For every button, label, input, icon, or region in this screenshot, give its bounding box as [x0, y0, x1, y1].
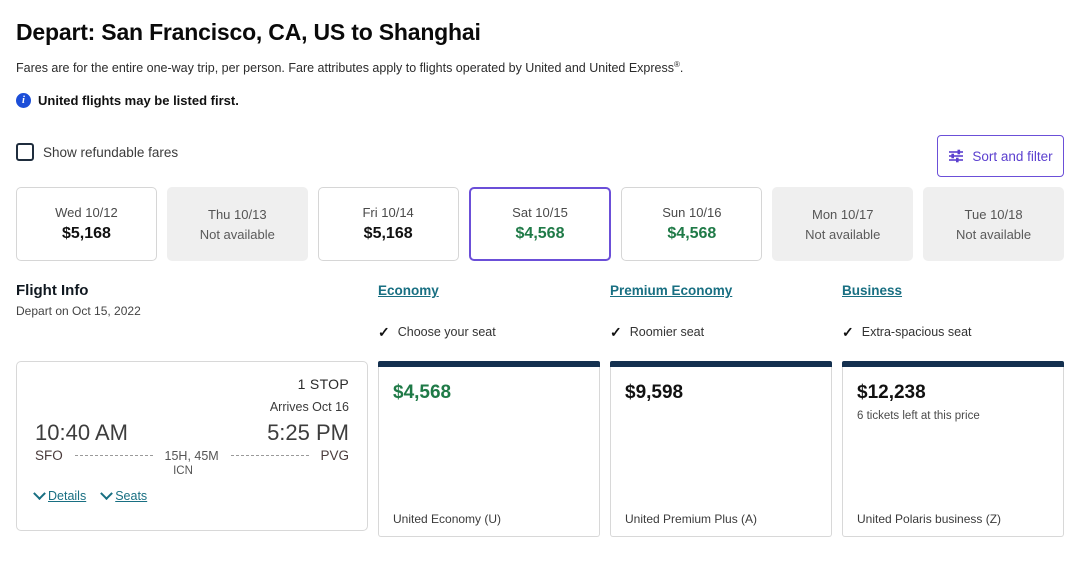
date-card-sun-10-16[interactable]: Sun 10/16 $4,568 [621, 187, 762, 261]
destination-airport-code: PVG [321, 448, 350, 463]
cabin-feature-label: Extra-spacious seat [862, 325, 972, 339]
fare-price: $9,598 [625, 381, 817, 405]
details-link-label: Details [48, 489, 86, 503]
fare-disclaimer-text: Fares are for the entire one-way trip, p… [16, 61, 674, 75]
fare-price: $4,568 [393, 381, 585, 405]
date-card-day: Sat 10/15 [512, 205, 568, 220]
cabin-link-business[interactable]: Business [842, 281, 902, 301]
fare-column-premium-economy: $9,598 United Premium Plus (A) [610, 361, 832, 537]
origin-airport-code: SFO [35, 448, 63, 463]
info-icon: i [16, 93, 31, 108]
chevron-down-icon [100, 487, 113, 500]
cabin-feature-label: Choose your seat [398, 325, 496, 339]
cabin-header-economy: Economy ✓ Choose your seat [378, 281, 600, 339]
cabin-link-premium-economy[interactable]: Premium Economy [610, 281, 732, 301]
cabin-feature-economy: ✓ Choose your seat [378, 325, 600, 339]
date-card-day: Sun 10/16 [662, 205, 721, 220]
fare-product-name: United Polaris business (Z) [857, 512, 1049, 526]
check-icon: ✓ [610, 325, 622, 339]
fare-card-business[interactable]: $12,238 6 tickets left at this price Uni… [842, 367, 1064, 537]
fare-product-name: United Premium Plus (A) [625, 512, 817, 526]
fare-price: $12,238 [857, 381, 1049, 405]
date-card-wed-10-12[interactable]: Wed 10/12 $5,168 [16, 187, 157, 261]
seats-link-label: Seats [115, 489, 147, 503]
flight-duration: 15H, 45M [165, 449, 219, 463]
flight-route-row: SFO 15H, 45M PVG [35, 448, 349, 463]
route-dashes-left [75, 455, 153, 456]
fare-disclaimer-period: . [680, 61, 683, 75]
date-selector-strip: Wed 10/12 $5,168 Thu 10/13 Not available… [16, 187, 1064, 261]
departure-time: 10:40 AM [35, 420, 128, 446]
fare-disclaimer: Fares are for the entire one-way trip, p… [16, 57, 1064, 76]
filter-sliders-icon [948, 149, 964, 163]
info-banner: i United flights may be listed first. [16, 93, 1064, 108]
fare-product-name: United Economy (U) [393, 512, 585, 526]
date-card-price: $4,568 [516, 225, 565, 243]
refundable-label: Show refundable fares [43, 145, 178, 160]
date-card-price: Not available [805, 227, 880, 242]
fare-availability-note: 6 tickets left at this price [857, 410, 1049, 422]
date-card-tue-10-18: Tue 10/18 Not available [923, 187, 1064, 261]
route-dashes-right [231, 455, 309, 456]
info-banner-text: United flights may be listed first. [38, 93, 239, 108]
cabin-link-economy[interactable]: Economy [378, 281, 439, 301]
date-card-price: Not available [956, 227, 1031, 242]
flight-results-row: 1 STOP Arrives Oct 16 10:40 AM 5:25 PM S… [16, 361, 1064, 537]
date-card-price: $5,168 [364, 225, 413, 243]
date-card-day: Fri 10/14 [362, 205, 413, 220]
date-card-day: Wed 10/12 [55, 205, 118, 220]
cabin-feature-label: Roomier seat [630, 325, 704, 339]
arrival-time: 5:25 PM [267, 420, 349, 446]
seats-link[interactable]: Seats [102, 489, 147, 503]
check-icon: ✓ [842, 325, 854, 339]
refundable-checkbox[interactable] [16, 143, 34, 161]
date-card-day: Thu 10/13 [208, 207, 267, 222]
sort-and-filter-button[interactable]: Sort and filter [937, 135, 1064, 177]
date-card-day: Mon 10/17 [812, 207, 873, 222]
fare-column-business: $12,238 6 tickets left at this price Uni… [842, 361, 1064, 537]
show-refundable-fares-toggle[interactable]: Show refundable fares [16, 143, 178, 161]
column-headers-row: Flight Info Depart on Oct 15, 2022 Econo… [16, 281, 1064, 339]
flight-summary-card: 1 STOP Arrives Oct 16 10:40 AM 5:25 PM S… [16, 361, 368, 531]
cabin-header-business: Business ✓ Extra-spacious seat [842, 281, 1064, 339]
fare-card-premium-economy[interactable]: $9,598 United Premium Plus (A) [610, 367, 832, 537]
controls-row: Show refundable fares Sort and filter [16, 135, 1064, 179]
page-title: Depart: San Francisco, CA, US to Shangha… [16, 0, 1064, 47]
flight-stops: 1 STOP [35, 376, 349, 392]
date-card-thu-10-13: Thu 10/13 Not available [167, 187, 308, 261]
date-card-day: Tue 10/18 [965, 207, 1023, 222]
date-card-price: $5,168 [62, 225, 111, 243]
date-card-mon-10-17: Mon 10/17 Not available [772, 187, 913, 261]
flight-info-header: Flight Info Depart on Oct 15, 2022 [16, 281, 368, 339]
flight-times-row: 10:40 AM 5:25 PM [35, 420, 349, 446]
cabin-feature-business: ✓ Extra-spacious seat [842, 325, 1064, 339]
fare-card-economy[interactable]: $4,568 United Economy (U) [378, 367, 600, 537]
date-card-price: $4,568 [667, 225, 716, 243]
fare-column-economy: $4,568 United Economy (U) [378, 361, 600, 537]
flight-info-depart-date: Depart on Oct 15, 2022 [16, 304, 368, 318]
sort-and-filter-label: Sort and filter [972, 149, 1052, 164]
flight-results-page: Depart: San Francisco, CA, US to Shangha… [0, 0, 1080, 583]
details-link[interactable]: Details [35, 489, 86, 503]
date-card-price: Not available [200, 227, 275, 242]
flight-info-title: Flight Info [16, 281, 368, 301]
flight-summary-column: 1 STOP Arrives Oct 16 10:40 AM 5:25 PM S… [16, 361, 368, 537]
chevron-down-icon [33, 487, 46, 500]
flight-arrival-date: Arrives Oct 16 [35, 400, 349, 414]
layover-airport-code: ICN [35, 465, 349, 477]
check-icon: ✓ [378, 325, 390, 339]
cabin-header-premium-economy: Premium Economy ✓ Roomier seat [610, 281, 832, 339]
cabin-feature-premium-economy: ✓ Roomier seat [610, 325, 832, 339]
flight-card-links: Details Seats [35, 489, 349, 503]
date-card-sat-10-15[interactable]: Sat 10/15 $4,568 [469, 187, 612, 261]
date-card-fri-10-14[interactable]: Fri 10/14 $5,168 [318, 187, 459, 261]
